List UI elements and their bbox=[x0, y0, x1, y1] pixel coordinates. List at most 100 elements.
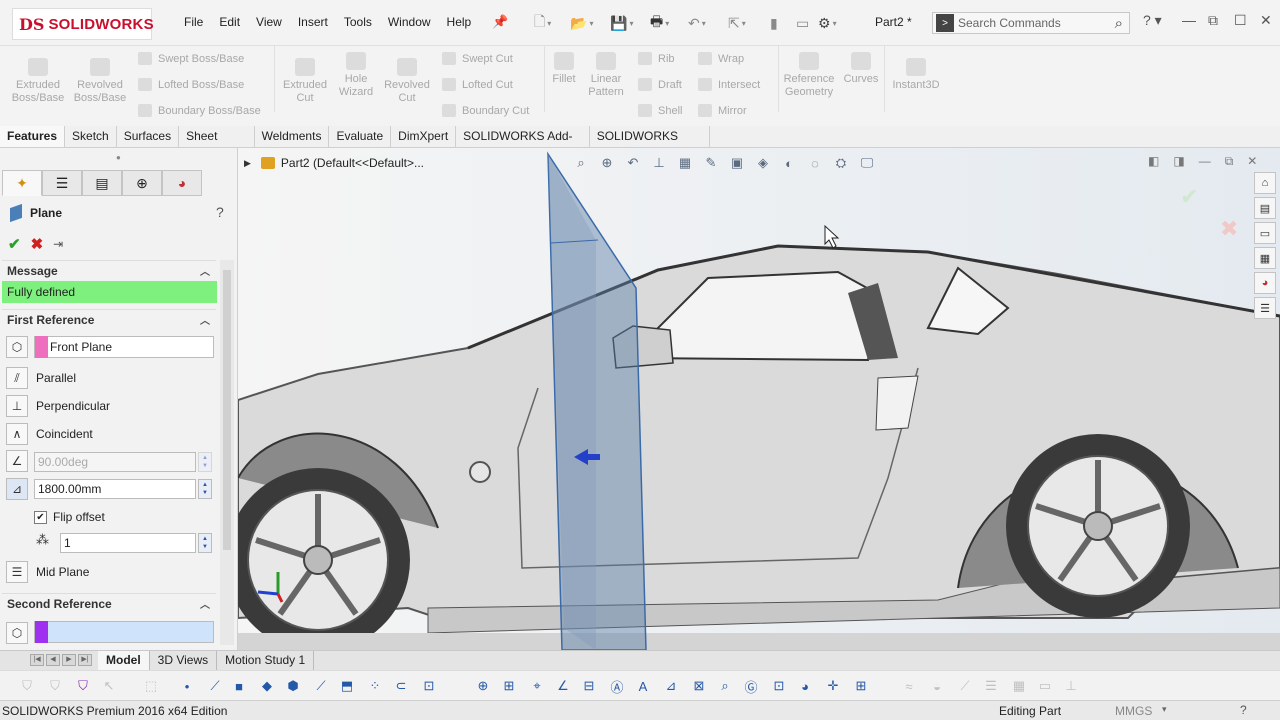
tab-model[interactable]: Model bbox=[98, 651, 150, 671]
datum-icon[interactable]: ⊡ bbox=[770, 677, 788, 695]
flip-offset-checkbox[interactable]: ✔ Flip offset bbox=[34, 510, 105, 524]
extruded-cut-button[interactable]: Extruded Cut bbox=[276, 58, 334, 105]
viewport-tile-left-icon[interactable]: ◧ bbox=[1148, 154, 1159, 169]
close-window-icon[interactable]: ✕ bbox=[1260, 12, 1272, 29]
tab-mbd[interactable]: SOLIDWORKS MBD bbox=[589, 126, 711, 164]
boundary-boss-button[interactable]: Boundary Boss/Base bbox=[138, 104, 261, 117]
search-icon[interactable]: ⌕ bbox=[1115, 15, 1123, 32]
annotation-icon[interactable]: Ⓐ bbox=[608, 677, 626, 695]
tab-features[interactable]: Features bbox=[0, 126, 66, 148]
menu-help[interactable]: Help bbox=[439, 15, 480, 29]
first-reference-selection-box[interactable]: Front Plane bbox=[34, 336, 214, 358]
open-document-icon[interactable]: 📂 ▾ bbox=[570, 13, 593, 33]
viewport-restore-icon[interactable]: ⧉ bbox=[1225, 154, 1234, 169]
apply-scene-icon[interactable]: ◌ bbox=[804, 152, 826, 174]
draft-button[interactable]: Draft bbox=[638, 78, 682, 91]
fillet-button[interactable]: Fillet bbox=[546, 52, 582, 86]
collapse-chevron-icon[interactable]: ︿ bbox=[200, 263, 210, 278]
weld-icon[interactable]: Ⓖ bbox=[742, 677, 760, 695]
maximize-window-icon[interactable]: ☐ bbox=[1234, 12, 1247, 29]
print-icon[interactable]: 🖶 ▾ bbox=[650, 13, 669, 33]
rib-button[interactable]: Rib bbox=[638, 52, 675, 65]
box-select-icon[interactable]: ⬚ bbox=[142, 677, 160, 695]
instances-input[interactable]: 1 bbox=[60, 533, 196, 553]
keep-visible-pin-icon[interactable]: ⇥ bbox=[53, 237, 63, 251]
plane-tool-icon[interactable]: ⬒ bbox=[338, 677, 356, 695]
help-icon[interactable]: ? ▾ bbox=[1143, 12, 1162, 29]
design-library-icon[interactable]: ▤ bbox=[1254, 197, 1276, 219]
search-feature-icon[interactable]: ⌕ bbox=[716, 677, 734, 695]
options-gear-icon[interactable]: ⚙ ▾ bbox=[818, 13, 837, 33]
tab-addins[interactable]: SOLIDWORKS Add-Ins bbox=[456, 126, 590, 164]
view-orientation-icon[interactable]: ✎ bbox=[700, 152, 722, 174]
feature-tree-flyout[interactable]: ▶ Part2 (Default<<Default>... bbox=[244, 156, 424, 170]
view-palette-icon[interactable]: ▦ bbox=[1254, 247, 1276, 269]
filter-faces-icon[interactable]: ⛉ bbox=[74, 677, 92, 695]
hide-show-items-icon[interactable]: ◈ bbox=[752, 152, 774, 174]
status-help-icon[interactable]: ? bbox=[1240, 703, 1247, 717]
expand-triangle-icon[interactable]: ▶ bbox=[244, 158, 251, 169]
ok-check-icon[interactable]: ✔ bbox=[8, 235, 21, 253]
unit-dropdown-icon[interactable]: ▾ bbox=[1162, 704, 1167, 715]
property-manager-tab-icon[interactable]: ☰ bbox=[42, 170, 82, 196]
scroll-last-tab-icon[interactable]: ▶| bbox=[78, 654, 92, 666]
collapse-chevron-icon[interactable]: ︿ bbox=[200, 596, 210, 611]
tag-icon[interactable]: ⌖ bbox=[528, 677, 546, 695]
swept-cut-button[interactable]: Swept Cut bbox=[442, 52, 513, 65]
file-explorer-icon[interactable]: ▭ bbox=[1254, 222, 1276, 244]
display-icon[interactable]: ◕ bbox=[796, 677, 814, 695]
display-manager-tab-icon[interactable]: ◕ bbox=[162, 170, 202, 196]
dimxpert-manager-tab-icon[interactable]: ⊕ bbox=[122, 170, 162, 196]
hatch-icon[interactable]: ☰ bbox=[982, 677, 1000, 695]
hole-wizard-button[interactable]: Hole Wizard bbox=[330, 52, 382, 99]
rectangle-icon[interactable]: ■ bbox=[230, 677, 248, 695]
cube-icon[interactable]: ⬢ bbox=[284, 677, 302, 695]
tab-surfaces[interactable]: Surfaces bbox=[116, 126, 180, 148]
angle-tool-icon[interactable]: ∠ bbox=[554, 677, 572, 695]
angle-input[interactable]: 90.00deg bbox=[34, 452, 196, 472]
dynamic-annotation-icon[interactable]: ▦ bbox=[674, 152, 696, 174]
menu-insert[interactable]: Insert bbox=[290, 15, 336, 29]
sketch-text-icon[interactable]: ⊿ bbox=[662, 677, 680, 695]
display-style-icon[interactable]: ▣ bbox=[726, 152, 748, 174]
perpendicular-option[interactable]: ⊥ Perpendicular bbox=[6, 395, 110, 417]
instant3d-button[interactable]: Instant3D bbox=[888, 58, 944, 92]
sketch-line-icon[interactable]: ⟋ bbox=[956, 677, 974, 695]
curves-button[interactable]: Curves bbox=[840, 52, 882, 86]
line-icon[interactable]: ⟋ bbox=[206, 677, 224, 695]
lofted-boss-button[interactable]: Lofted Boss/Base bbox=[138, 78, 244, 91]
mate-icon[interactable]: ◒ bbox=[928, 677, 946, 695]
tab-evaluate[interactable]: Evaluate bbox=[329, 126, 392, 148]
flip-offset-check-box[interactable]: ✔ bbox=[34, 510, 47, 524]
zoom-to-area-icon[interactable]: ⊕ bbox=[596, 152, 618, 174]
first-reference-group-header[interactable]: First Reference ︿ bbox=[2, 309, 216, 329]
solidworks-resources-icon[interactable]: ⌂ bbox=[1254, 172, 1276, 194]
menu-tools[interactable]: Tools bbox=[336, 15, 380, 29]
new-document-icon[interactable]: 🗋 ▾ bbox=[534, 13, 551, 33]
layer-icon[interactable]: ▭ bbox=[1036, 677, 1054, 695]
mirror-button[interactable]: Mirror bbox=[698, 104, 747, 117]
scroll-prev-tab-icon[interactable]: ◀ bbox=[46, 654, 60, 666]
instances-spinner[interactable]: ▲ ▼ bbox=[198, 533, 212, 553]
center-icon[interactable]: ⊕ bbox=[474, 677, 492, 695]
offset-distance-icon[interactable]: ⊿ bbox=[6, 478, 28, 500]
view-settings-icon[interactable]: ⛭ bbox=[830, 152, 852, 174]
note-icon[interactable]: A bbox=[634, 677, 652, 695]
pm-help-icon[interactable]: ? bbox=[216, 204, 224, 220]
previous-view-icon[interactable]: ↶ bbox=[622, 152, 644, 174]
rebuild-icon[interactable]: ▮ bbox=[770, 13, 778, 33]
tab-sheet-metal[interactable]: Sheet Metal bbox=[179, 126, 255, 164]
save-icon[interactable]: 💾 ▾ bbox=[610, 13, 633, 33]
lofted-cut-button[interactable]: Lofted Cut bbox=[442, 78, 513, 91]
revolved-boss-button[interactable]: Revolved Boss/Base bbox=[70, 58, 130, 105]
undo-icon[interactable]: ↶ ▾ bbox=[688, 13, 706, 33]
reference-geometry-button[interactable]: Reference Geometry bbox=[780, 52, 838, 99]
move-icon[interactable]: ✛ bbox=[824, 677, 842, 695]
appearances-scenes-icon[interactable]: ◕ bbox=[1254, 272, 1276, 294]
scroll-first-tab-icon[interactable]: |◀ bbox=[30, 654, 44, 666]
zoom-to-fit-icon[interactable]: ⌕ bbox=[570, 152, 592, 174]
table-icon[interactable]: ▦ bbox=[1010, 677, 1028, 695]
pin-menu-icon[interactable]: 📌 bbox=[492, 14, 508, 30]
solidworks-logo[interactable]: DS SOLIDWORKS bbox=[12, 8, 154, 40]
panel-splitter-handle[interactable]: ● bbox=[116, 153, 121, 162]
